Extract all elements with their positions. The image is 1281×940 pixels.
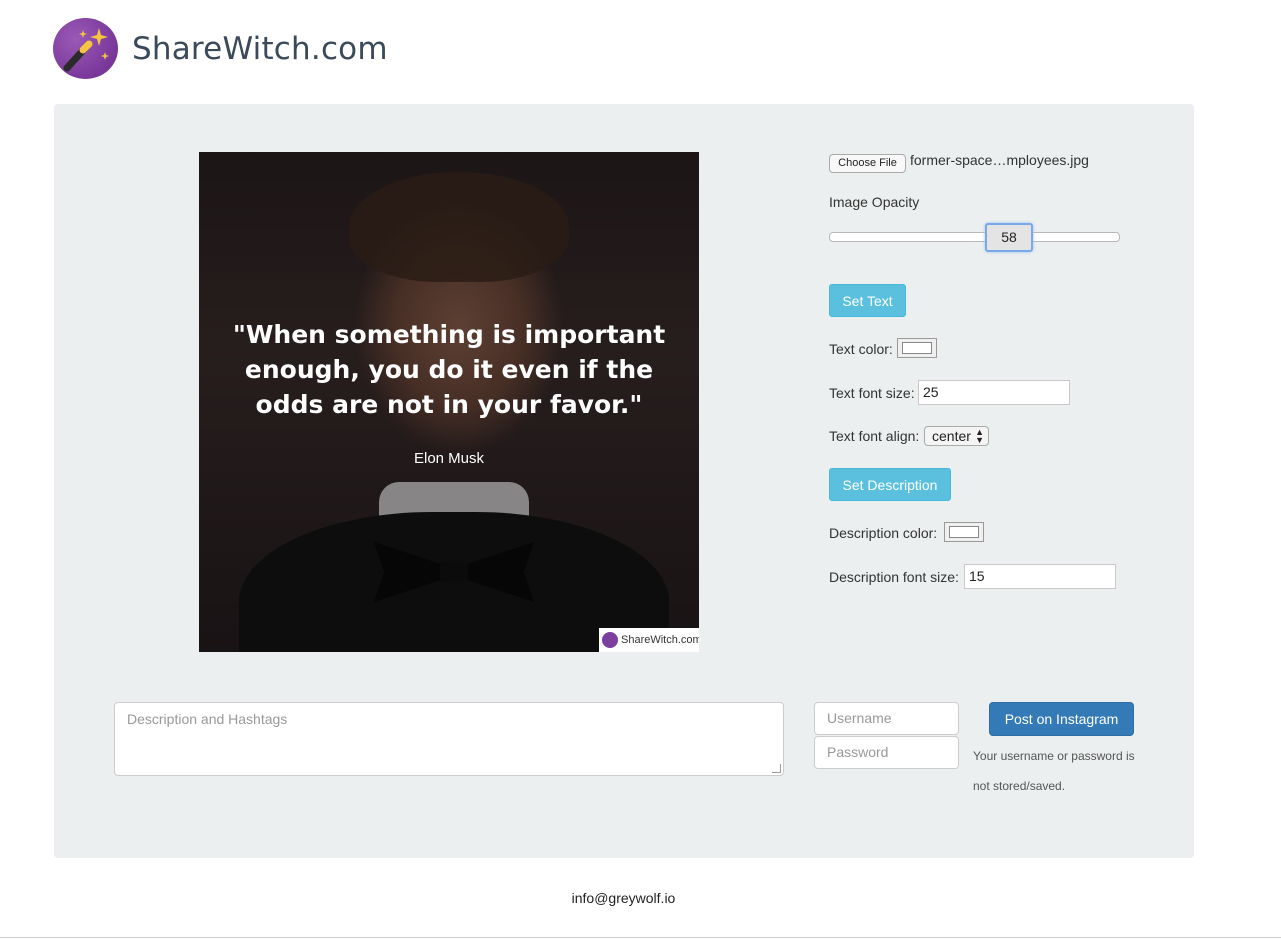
privacy-note: Your username or password is not stored/… <box>973 749 1135 793</box>
watermark-text: ShareWitch.com <box>621 634 699 646</box>
description-font-size-label: Description font size: <box>829 569 959 585</box>
opacity-slider[interactable] <box>829 232 1120 242</box>
choose-file-button[interactable]: Choose File <box>829 154 906 173</box>
password-input[interactable]: Password <box>814 736 959 769</box>
description-font-size-input[interactable]: 15 <box>964 564 1116 589</box>
description-color-picker[interactable] <box>944 522 984 542</box>
post-on-instagram-button[interactable]: Post on Instagram <box>989 702 1134 736</box>
username-input[interactable]: Username <box>814 702 959 735</box>
description-textarea[interactable]: Description and Hashtags <box>114 702 784 776</box>
opacity-label: Image Opacity <box>829 194 920 210</box>
text-font-align-label: Text font align: <box>829 428 920 444</box>
set-description-button[interactable]: Set Description <box>829 468 951 501</box>
watermark-logo-icon <box>602 632 618 648</box>
text-color-label: Text color: <box>829 341 893 357</box>
text-font-size-label: Text font size: <box>829 385 915 401</box>
brand-name[interactable]: ShareWitch.com <box>132 31 388 67</box>
magic-wand-icon <box>53 18 118 79</box>
divider <box>0 937 1281 938</box>
resize-grip-icon[interactable] <box>772 764 781 773</box>
select-arrows-icon: ▲ ▼ <box>975 427 984 445</box>
brand-header: ShareWitch.com <box>53 18 388 79</box>
quote-text: "When something is important enough, you… <box>232 320 666 419</box>
text-font-align-select[interactable]: center ▲ ▼ <box>924 426 989 446</box>
footer-email[interactable]: info@greywolf.io <box>0 890 1247 906</box>
opacity-slider-thumb[interactable]: 58 <box>985 223 1033 252</box>
set-text-button[interactable]: Set Text <box>829 284 906 317</box>
text-color-picker[interactable] <box>897 338 937 358</box>
file-name: former-space…mployees.jpg <box>910 152 1089 168</box>
description-color-label: Description color: <box>829 525 938 541</box>
watermark: ShareWitch.com <box>599 628 699 652</box>
author-text: Elon Musk <box>413 450 485 467</box>
text-font-size-input[interactable]: 25 <box>918 380 1070 405</box>
image-preview: "When something is important enough, you… <box>199 152 699 652</box>
editor-panel: "When something is important enough, you… <box>54 104 1194 858</box>
